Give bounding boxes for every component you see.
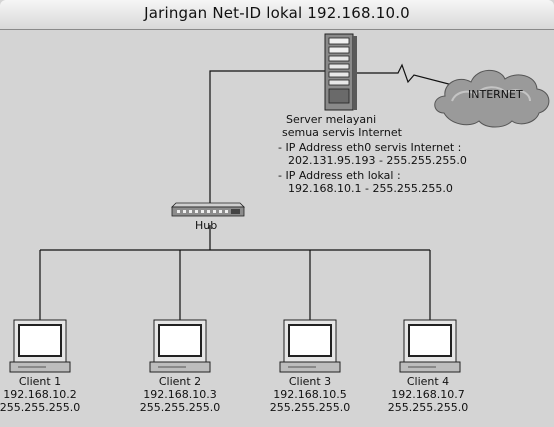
client-2-mask: 255.255.255.0	[140, 401, 220, 414]
server-local-label: - IP Address eth lokal :	[278, 169, 401, 182]
diagram-title: Jaringan Net-ID lokal 192.168.10.0	[144, 4, 410, 22]
network-diagram: INTERNET Server melayani semua servis In…	[0, 33, 550, 414]
title-bar: Jaringan Net-ID lokal 192.168.10.0	[0, 0, 554, 30]
client-3-mask: 255.255.255.0	[270, 401, 350, 414]
client-4-ip: 192.168.10.7	[391, 388, 464, 401]
client-2: Client 2 192.168.10.3 255.255.255.0	[140, 319, 220, 414]
client-1-name: Client 1	[19, 375, 61, 388]
client-3-ip: 192.168.10.5	[273, 388, 346, 401]
server-eth0-address: 202.131.95.193 - 255.255.255.0	[288, 154, 467, 167]
client-4-name: Client 4	[407, 375, 449, 388]
server-details: - IP Address eth0 servis Internet : 202.…	[278, 141, 467, 195]
client-2-name: Client 2	[159, 375, 201, 388]
client-1-mask: 255.255.255.0	[0, 401, 80, 414]
server-eth0-label: - IP Address eth0 servis Internet :	[278, 141, 461, 154]
client-4-mask: 255.255.255.0	[388, 401, 468, 414]
server-tower-icon	[324, 33, 357, 111]
client-3: Client 3 192.168.10.5 255.255.255.0	[270, 319, 350, 414]
client-1: Client 1 192.168.10.2 255.255.255.0	[0, 319, 80, 414]
client-1-ip: 192.168.10.2	[3, 388, 76, 401]
server-caption-line-1: Server melayani	[286, 113, 376, 126]
client-2-ip: 192.168.10.3	[143, 388, 216, 401]
monitor-icon	[279, 319, 341, 373]
monitor-icon	[399, 319, 461, 373]
monitor-icon	[9, 319, 71, 373]
cloud-label: INTERNET	[468, 88, 523, 101]
hub-label: Hub	[195, 219, 217, 232]
client-4: Client 4 192.168.10.7 255.255.255.0	[388, 319, 468, 414]
server-caption: Server melayani semua servis Internet	[282, 113, 403, 139]
monitor-icon	[149, 319, 211, 373]
diagram-window: Jaringan Net-ID lokal 192.168.10.0 INTER…	[0, 0, 554, 427]
server-local-address: 192.168.10.1 - 255.255.255.0	[288, 182, 453, 195]
server-caption-line-2: semua servis Internet	[282, 126, 403, 139]
client-3-name: Client 3	[289, 375, 331, 388]
network-hub-icon	[171, 202, 245, 217]
cloud-icon: INTERNET	[434, 69, 550, 128]
